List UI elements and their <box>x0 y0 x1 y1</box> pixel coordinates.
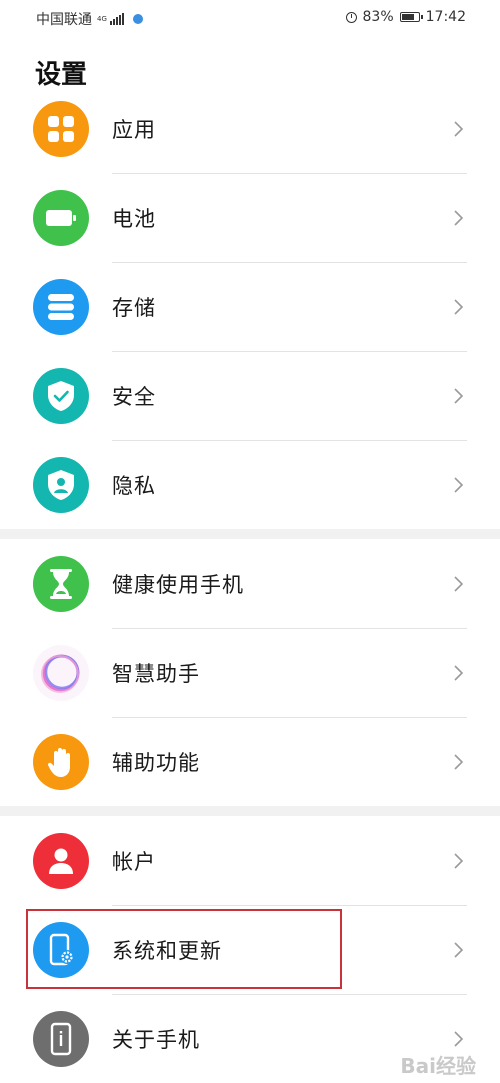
account-person-icon <box>33 832 89 889</box>
section-gap <box>0 529 500 539</box>
status-bar-right: 83% 17:42 <box>345 9 466 25</box>
chevron-right-icon <box>454 852 464 869</box>
section-gap <box>0 806 500 816</box>
status-bar-left: 中国联通 4G <box>36 9 143 29</box>
settings-item-apps[interactable]: 应用 <box>0 84 500 173</box>
settings-item-account[interactable]: 帐户 <box>0 816 500 905</box>
watermark: Bai经验 <box>400 1054 476 1078</box>
clock: 17:42 <box>425 9 466 25</box>
settings-item-storage[interactable]: 存储 <box>0 262 500 351</box>
hourglass-icon <box>33 555 89 612</box>
hand-icon <box>33 733 89 790</box>
battery-icon <box>399 12 423 22</box>
settings-item-security[interactable]: 安全 <box>0 351 500 440</box>
chevron-right-icon <box>454 1030 464 1047</box>
chevron-right-icon <box>454 209 464 226</box>
chevron-right-icon <box>454 664 464 681</box>
shield-check-icon <box>33 367 89 424</box>
storage-icon <box>33 278 89 335</box>
status-bar: 中国联通 4G 83% 17:42 <box>0 0 500 34</box>
chevron-right-icon <box>454 575 464 592</box>
highlight-box <box>26 909 342 989</box>
settings-item-accessibility[interactable]: 辅助功能 <box>0 717 500 806</box>
battery-icon <box>33 189 89 246</box>
settings-item-label: 关于手机 <box>112 1027 200 1052</box>
nfc-icon <box>132 14 143 24</box>
phone-info-icon <box>33 1010 89 1067</box>
chevron-right-icon <box>454 298 464 315</box>
settings-item-privacy[interactable]: 隐私 <box>0 440 500 529</box>
settings-item-label: 健康使用手机 <box>112 572 244 597</box>
settings-item-label: 隐私 <box>112 473 156 498</box>
chevron-right-icon <box>454 941 464 958</box>
settings-item-label: 智慧助手 <box>112 661 200 686</box>
settings-item-label: 存储 <box>112 295 156 320</box>
settings-item-smart-assistant[interactable]: 智慧助手 <box>0 628 500 717</box>
carrier-name: 中国联通 <box>36 12 92 28</box>
chevron-right-icon <box>454 387 464 404</box>
settings-item-label: 辅助功能 <box>112 750 200 775</box>
apps-grid-icon <box>33 100 89 157</box>
battery-percent: 83% <box>362 9 394 25</box>
chevron-right-icon <box>454 120 464 137</box>
settings-item-battery[interactable]: 电池 <box>0 173 500 262</box>
chevron-right-icon <box>454 476 464 493</box>
network-type: 4G <box>97 14 107 23</box>
smart-assistant-ring-icon <box>33 644 89 701</box>
signal-icon <box>109 13 124 25</box>
privacy-shield-icon <box>33 456 89 513</box>
chevron-right-icon <box>454 753 464 770</box>
settings-item-label: 安全 <box>112 384 156 409</box>
settings-item-label: 电池 <box>112 206 156 231</box>
settings-item-label: 帐户 <box>112 849 156 874</box>
alarm-icon <box>345 11 357 23</box>
settings-item-label: 应用 <box>112 117 156 142</box>
settings-item-digital-balance[interactable]: 健康使用手机 <box>0 539 500 628</box>
